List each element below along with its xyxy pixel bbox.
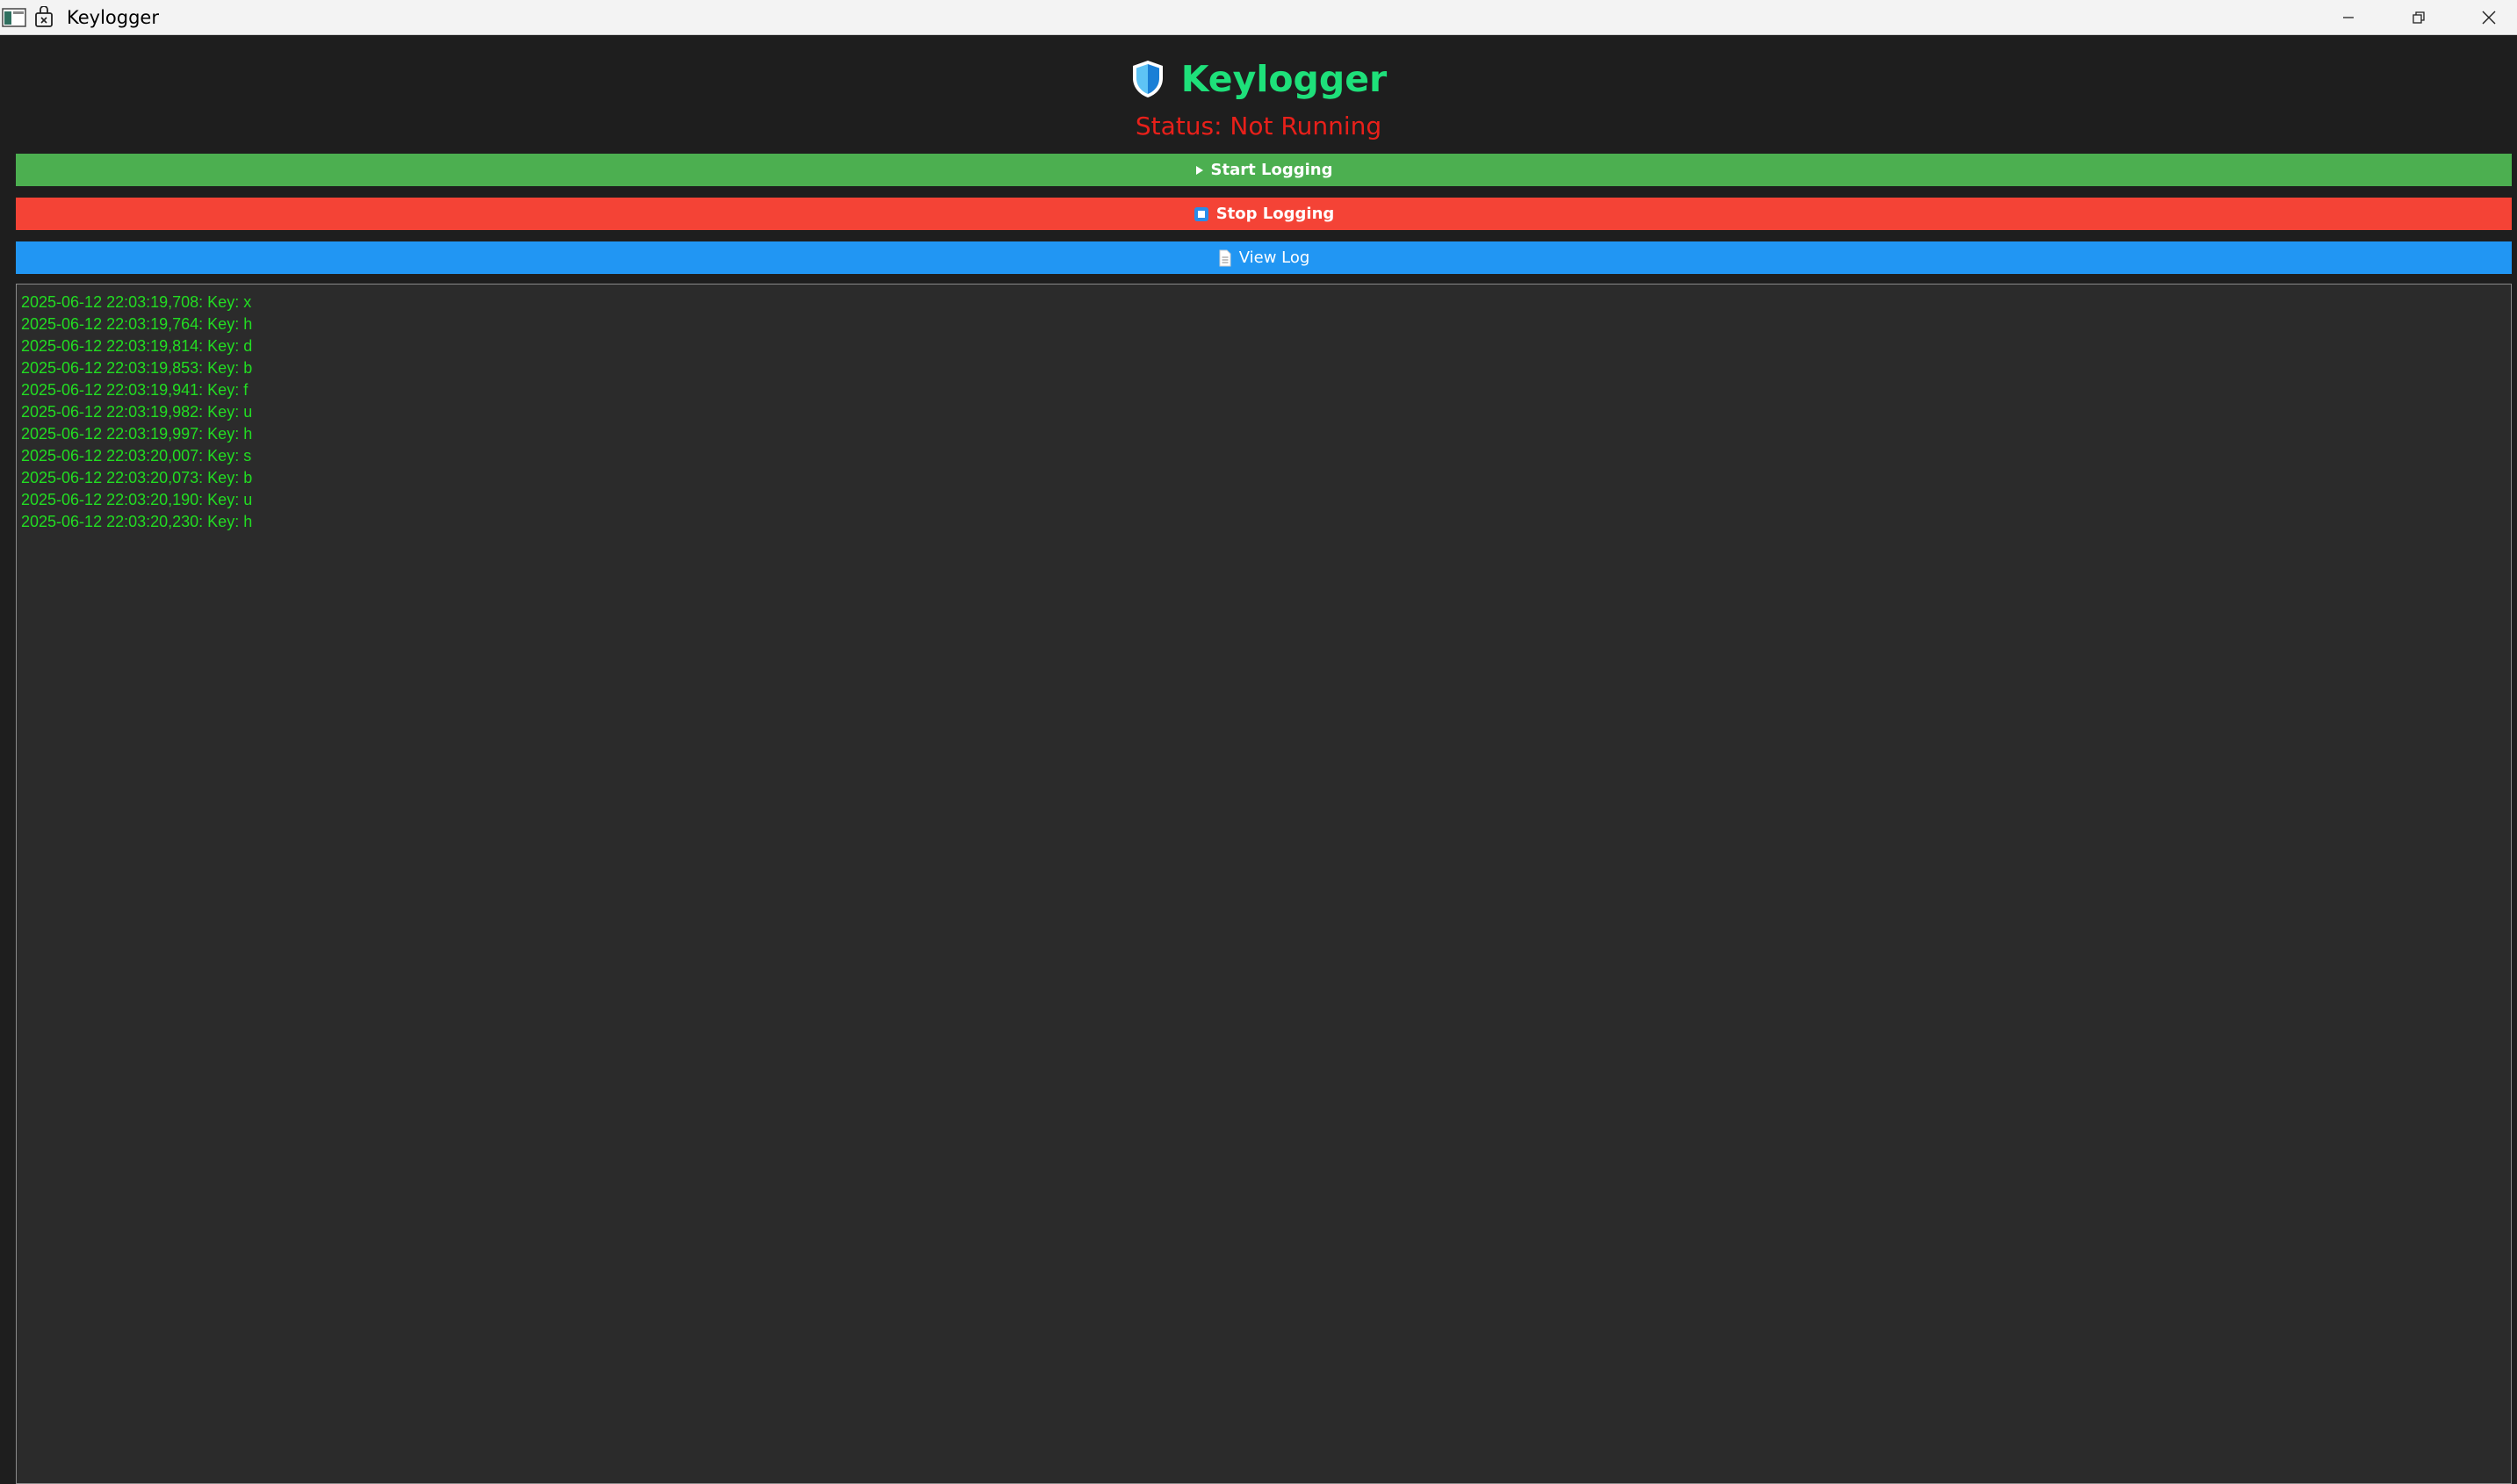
shield-icon — [1132, 61, 1163, 97]
log-line: 2025-06-12 22:03:19,941: Key: f — [21, 381, 249, 399]
log-line: 2025-06-12 22:03:19,997: Key: h — [21, 425, 253, 443]
feather-icon — [35, 6, 53, 27]
title-bar[interactable]: Keylogger — [0, 0, 2517, 35]
start-logging-button[interactable]: Start Logging — [16, 154, 2512, 186]
app-title: Keylogger — [1180, 58, 1388, 100]
close-button[interactable] — [2454, 0, 2517, 35]
log-line: 2025-06-12 22:03:20,007: Key: s — [21, 447, 252, 465]
play-icon — [1195, 165, 1203, 175]
app-header: Keylogger Status: Not Running — [0, 35, 2517, 149]
status-text: Status: Not Running — [1135, 112, 1382, 140]
log-line: 2025-06-12 22:03:20,190: Key: u — [21, 491, 253, 508]
document-icon — [1219, 249, 1231, 266]
logo-row: Keylogger — [0, 53, 2517, 105]
log-text-area[interactable]: 2025-06-12 22:03:19,708: Key: x 2025-06-… — [16, 284, 2512, 1484]
window-title: Keylogger — [67, 7, 159, 28]
stop-logging-button[interactable]: Stop Logging — [16, 198, 2512, 230]
log-line: 2025-06-12 22:03:19,982: Key: u — [21, 403, 253, 421]
view-log-button[interactable]: View Log — [16, 241, 2512, 274]
log-line: 2025-06-12 22:03:19,764: Key: h — [21, 315, 253, 333]
log-line: 2025-06-12 22:03:20,230: Key: h — [21, 513, 253, 530]
restore-icon — [2412, 11, 2425, 24]
stop-square-icon — [1194, 206, 1208, 221]
app-window: Keylogger Keylogger Status: Not Running … — [0, 0, 2517, 1484]
log-line: 2025-06-12 22:03:19,708: Key: x — [21, 293, 252, 311]
minimize-icon — [2343, 17, 2354, 18]
log-line: 2025-06-12 22:03:19,853: Key: b — [21, 359, 253, 377]
log-line: 2025-06-12 22:03:20,073: Key: b — [21, 469, 253, 486]
view-log-label: View Log — [1238, 249, 1310, 267]
minimize-button[interactable] — [2313, 0, 2384, 35]
log-line: 2025-06-12 22:03:19,814: Key: d — [21, 337, 253, 355]
start-logging-label: Start Logging — [1210, 161, 1333, 179]
stop-logging-label: Stop Logging — [1215, 205, 1335, 223]
restore-button[interactable] — [2384, 0, 2454, 35]
close-icon — [2482, 11, 2496, 25]
app-window-icon — [2, 8, 26, 27]
